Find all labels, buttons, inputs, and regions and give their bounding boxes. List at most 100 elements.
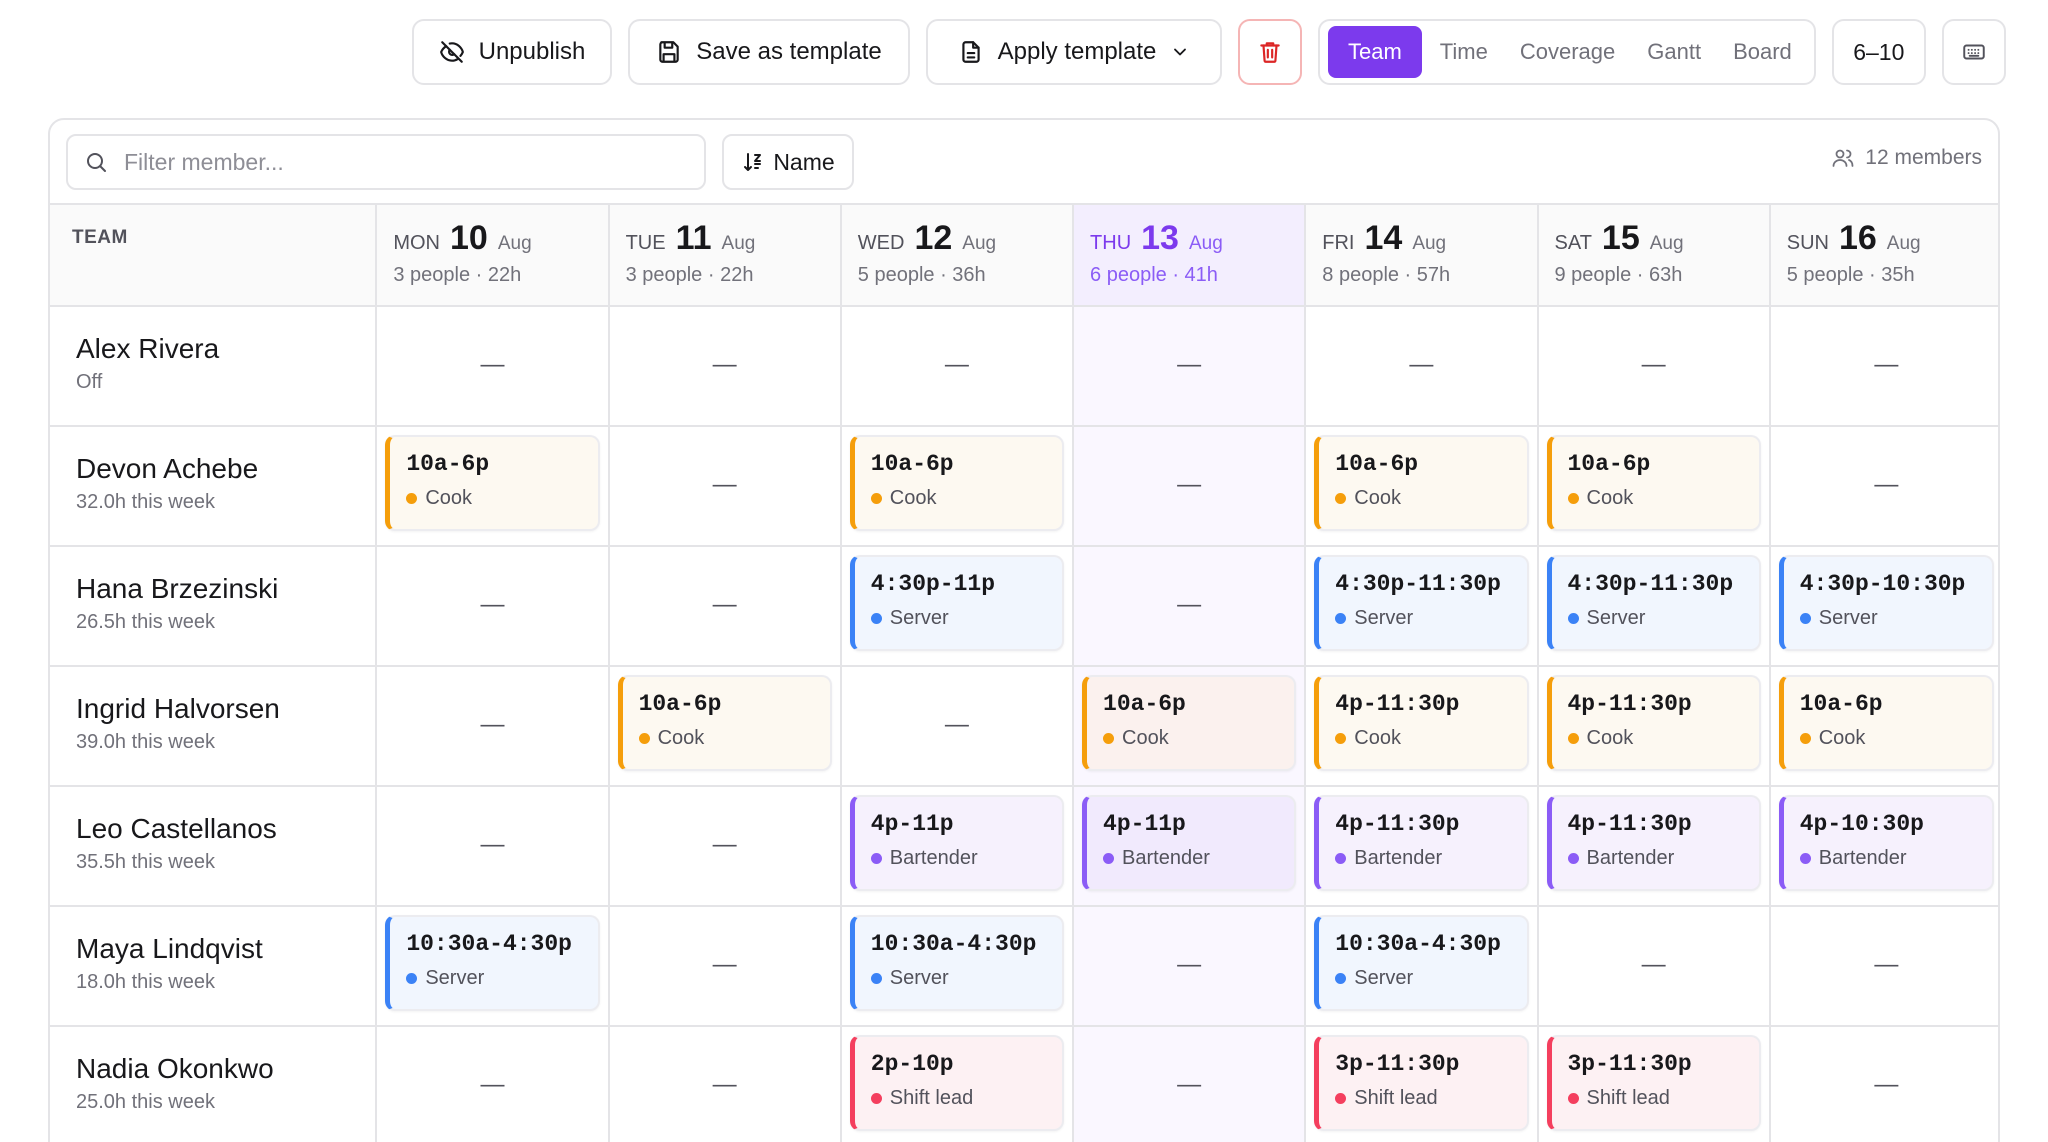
shift-cell[interactable]: — xyxy=(607,425,841,546)
shift-cell[interactable]: 10a-6p Cook xyxy=(1072,665,1306,786)
shift-card[interactable]: 3p-11:30p Shift lead xyxy=(1314,1035,1529,1131)
shift-cell[interactable]: — xyxy=(1536,305,1770,426)
shift-cell[interactable]: — xyxy=(1768,305,1998,426)
shift-cell[interactable]: 4p-11p Bartender xyxy=(839,785,1074,906)
shift-card[interactable]: 10a-6p Cook xyxy=(1546,435,1761,531)
member-cell[interactable]: Nadia Okonkwo 25.0h this week xyxy=(50,1025,377,1142)
member-cell[interactable]: Alex Rivera Off xyxy=(50,305,377,426)
shift-role: Server xyxy=(1335,607,1526,630)
shift-cell[interactable]: 2p-10p Shift lead xyxy=(839,1025,1074,1142)
shift-cell[interactable]: — xyxy=(607,545,841,666)
shift-card[interactable]: 10a-6p Cook xyxy=(1778,675,1994,771)
member-cell[interactable]: Hana Brzezinski 26.5h this week xyxy=(50,545,377,666)
shift-card[interactable]: 10:30a-4:30p Server xyxy=(849,915,1065,1011)
delete-button[interactable] xyxy=(1238,19,1302,85)
shift-cell[interactable]: — xyxy=(1768,425,1998,546)
member-cell[interactable]: Ingrid Halvorsen 39.0h this week xyxy=(50,665,377,786)
sort-by-name-button[interactable]: Name xyxy=(722,134,854,190)
shift-card[interactable]: 10:30a-4:30p Server xyxy=(385,915,600,1011)
shift-card[interactable]: 10a-6p Cook xyxy=(1082,675,1297,771)
member-cell[interactable]: Devon Achebe 32.0h this week xyxy=(50,425,377,546)
shift-cell[interactable]: — xyxy=(1072,545,1306,666)
shift-card[interactable]: 3p-11:30p Shift lead xyxy=(1546,1035,1761,1131)
shift-cell[interactable]: — xyxy=(1768,905,1998,1026)
member-hours: Off xyxy=(76,371,103,393)
shift-cell[interactable]: 4p-11:30p Cook xyxy=(1536,665,1770,786)
shift-cell[interactable]: — xyxy=(839,665,1074,786)
shift-card[interactable]: 4p-11p Bartender xyxy=(1082,795,1297,891)
shift-cell[interactable]: 10a-6p Cook xyxy=(607,665,841,786)
member-cell[interactable]: Leo Castellanos 35.5h this week xyxy=(50,785,377,906)
shift-cell[interactable]: 10:30a-4:30p Server xyxy=(375,905,609,1026)
shift-cell[interactable]: 10a-6p Cook xyxy=(839,425,1074,546)
tab-board[interactable]: Board xyxy=(1719,27,1806,77)
shift-cell[interactable]: 10:30a-4:30p Server xyxy=(839,905,1074,1026)
member-cell[interactable]: Maya Lindqvist 18.0h this week xyxy=(50,905,377,1026)
shift-card[interactable]: 4p-11p Bartender xyxy=(849,795,1065,891)
shift-cell[interactable]: 10a-6p Cook xyxy=(1304,425,1538,546)
shift-card[interactable]: 4p-10:30p Bartender xyxy=(1778,795,1994,891)
shift-cell[interactable]: — xyxy=(1072,1025,1306,1142)
shift-role: Shift lead xyxy=(1335,1087,1526,1110)
shift-cell[interactable]: — xyxy=(1072,905,1306,1026)
shift-cell[interactable]: — xyxy=(1536,905,1770,1026)
shift-cell[interactable]: — xyxy=(375,305,609,426)
apply-template-dropdown[interactable]: Apply template xyxy=(926,19,1222,85)
shift-cell[interactable]: — xyxy=(607,785,841,906)
filter-member-field[interactable] xyxy=(66,134,706,190)
shift-cell[interactable]: — xyxy=(375,665,609,786)
empty-slot: — xyxy=(1874,471,1899,498)
shift-card[interactable]: 4:30p-11:30p Server xyxy=(1314,555,1529,651)
shift-card[interactable]: 10:30a-4:30p Server xyxy=(1314,915,1529,1011)
shift-card[interactable]: 4p-11:30p Bartender xyxy=(1314,795,1529,891)
shift-cell[interactable]: — xyxy=(375,545,609,666)
shift-cell[interactable]: — xyxy=(839,305,1074,426)
shift-cell[interactable]: 4p-11:30p Bartender xyxy=(1304,785,1538,906)
day-month: Aug xyxy=(1412,233,1447,254)
shift-card[interactable]: 4p-11:30p Bartender xyxy=(1546,795,1761,891)
shift-cell[interactable]: — xyxy=(607,905,841,1026)
shift-cell[interactable]: 4:30p-10:30p Server xyxy=(1768,545,1998,666)
shift-card[interactable]: 10a-6p Cook xyxy=(617,675,832,771)
save-as-template-button[interactable]: Save as template xyxy=(628,19,910,85)
shift-card[interactable]: 10a-6p Cook xyxy=(849,435,1065,531)
shift-cell[interactable]: — xyxy=(1072,425,1306,546)
shift-card[interactable]: 4:30p-11:30p Server xyxy=(1546,555,1761,651)
shift-card[interactable]: 10a-6p Cook xyxy=(385,435,600,531)
shift-cell[interactable]: 4p-11:30p Bartender xyxy=(1536,785,1770,906)
keyboard-shortcuts-button[interactable] xyxy=(1941,19,2006,85)
shift-cell[interactable]: 10a-6p Cook xyxy=(375,425,609,546)
hours-range-button[interactable]: 6–10 xyxy=(1831,19,1926,85)
shift-cell[interactable]: 4p-11p Bartender xyxy=(1072,785,1306,906)
shift-cell[interactable]: — xyxy=(375,1025,609,1142)
shift-cell[interactable]: 4p-11:30p Cook xyxy=(1304,665,1538,786)
shift-cell[interactable]: 4:30p-11p Server xyxy=(839,545,1074,666)
shift-card[interactable]: 4p-11:30p Cook xyxy=(1314,675,1529,771)
shift-card[interactable]: 4:30p-10:30p Server xyxy=(1778,555,1994,651)
shift-cell[interactable]: — xyxy=(607,305,841,426)
shift-time: 4:30p-11p xyxy=(870,571,996,597)
shift-cell[interactable]: 4:30p-11:30p Server xyxy=(1304,545,1538,666)
shift-card[interactable]: 4:30p-11p Server xyxy=(849,555,1065,651)
tab-coverage[interactable]: Coverage xyxy=(1506,27,1629,77)
shift-cell[interactable]: — xyxy=(375,785,609,906)
unpublish-button[interactable]: Unpublish xyxy=(412,19,612,85)
tab-time[interactable]: Time xyxy=(1426,27,1502,77)
shift-cell[interactable]: — xyxy=(1768,1025,1998,1142)
shift-card[interactable]: 4p-11:30p Cook xyxy=(1546,675,1761,771)
shift-card[interactable]: 10a-6p Cook xyxy=(1314,435,1529,531)
shift-cell[interactable]: — xyxy=(1304,305,1538,426)
tab-gantt[interactable]: Gantt xyxy=(1633,27,1715,77)
shift-cell[interactable]: — xyxy=(607,1025,841,1142)
shift-cell[interactable]: 3p-11:30p Shift lead xyxy=(1536,1025,1770,1142)
filter-member-input[interactable] xyxy=(124,148,688,176)
shift-cell[interactable]: 10a-6p Cook xyxy=(1536,425,1770,546)
shift-cell[interactable]: 10:30a-4:30p Server xyxy=(1304,905,1538,1026)
shift-cell[interactable]: 4p-10:30p Bartender xyxy=(1768,785,1998,906)
shift-cell[interactable]: 10a-6p Cook xyxy=(1768,665,1998,786)
tab-team[interactable]: Team xyxy=(1328,26,1422,78)
shift-cell[interactable]: 4:30p-11:30p Server xyxy=(1536,545,1770,666)
shift-card[interactable]: 2p-10p Shift lead xyxy=(849,1035,1065,1131)
shift-cell[interactable]: — xyxy=(1072,305,1306,426)
shift-cell[interactable]: 3p-11:30p Shift lead xyxy=(1304,1025,1538,1142)
